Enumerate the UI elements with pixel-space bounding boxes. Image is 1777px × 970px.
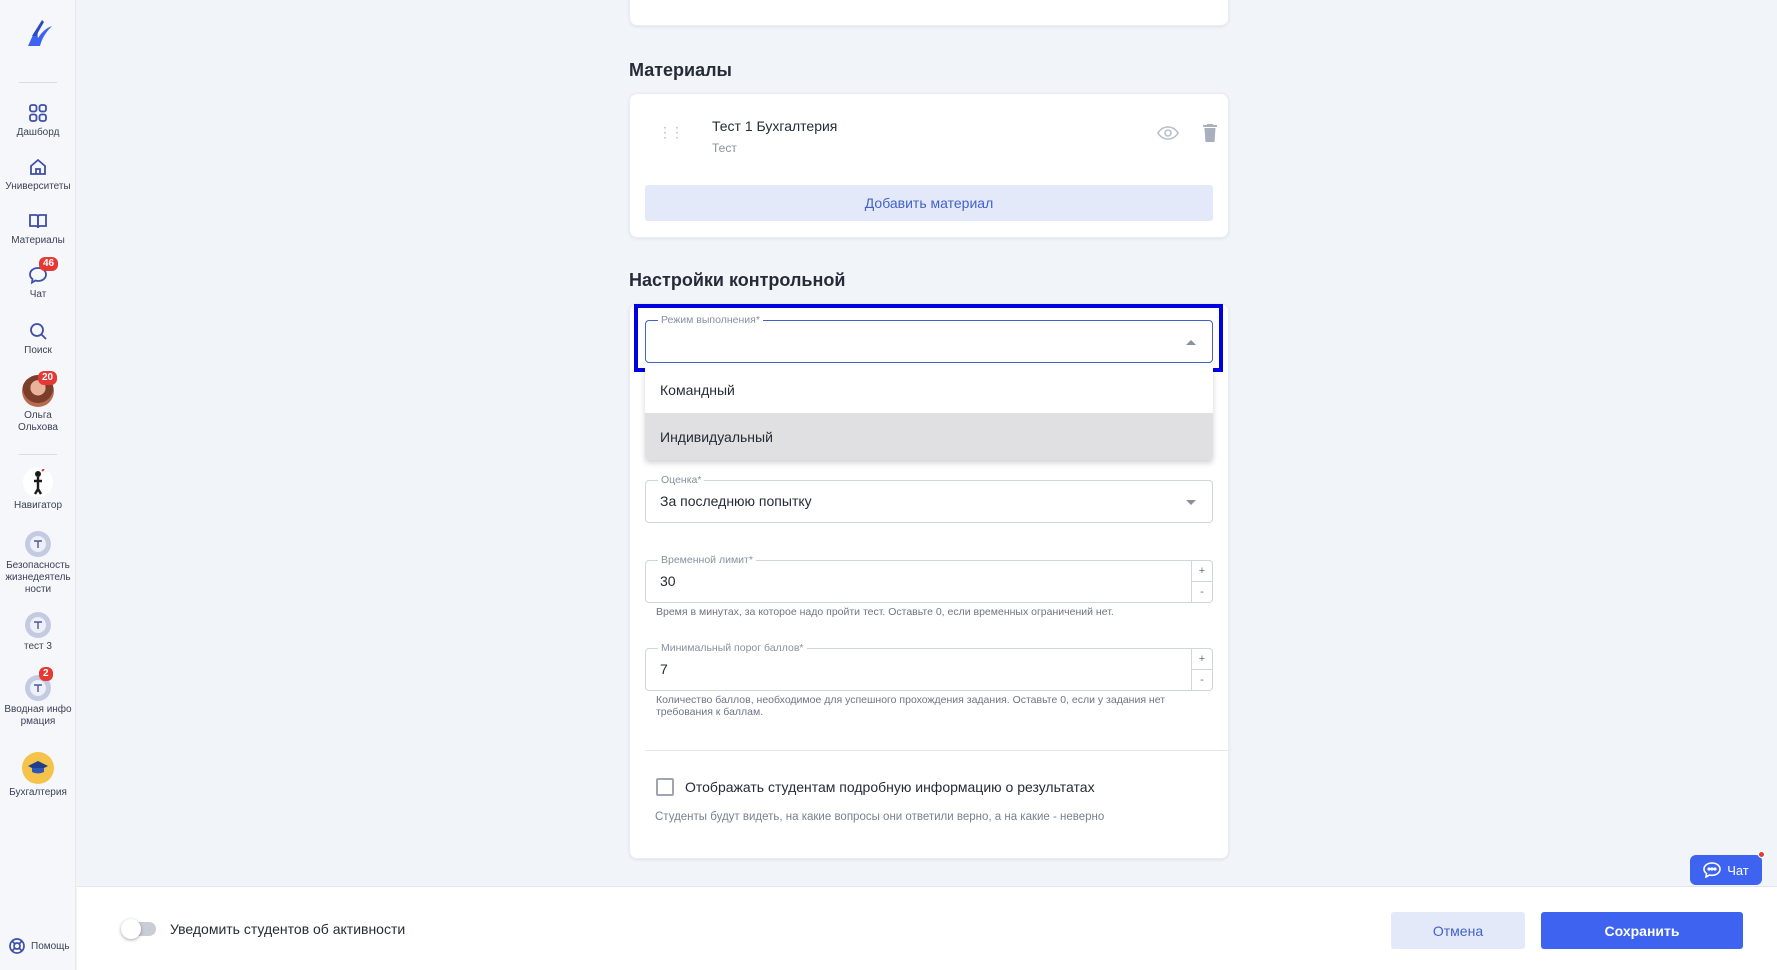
graduation-icon xyxy=(22,752,54,784)
sidebar-divider xyxy=(19,454,57,455)
show-results-checkbox[interactable] xyxy=(656,778,674,796)
decrement-button[interactable]: - xyxy=(1192,670,1212,691)
sidebar-item-label: Чат xyxy=(29,289,47,300)
grade-value: За последнюю попытку xyxy=(660,493,812,509)
material-type: Тест xyxy=(712,141,737,155)
notify-toggle[interactable] xyxy=(121,919,156,939)
material-item[interactable]: ⋮⋮ Тест 1 Бухгалтерия Тест xyxy=(650,112,1217,162)
sidebar-item-course-intro[interactable]: 2 Вводная инфо рмация xyxy=(0,667,76,728)
sidebar-item-label: Безопасность жизнедеятель ности xyxy=(5,560,71,595)
sidebar-item-label: тест 3 xyxy=(24,641,52,652)
min-score-helper: Количество баллов, необходимое для успеш… xyxy=(656,694,1166,718)
sidebar-item-course-bzh[interactable]: Безопасность жизнедеятель ности xyxy=(0,531,76,596)
course-icon xyxy=(25,612,51,638)
search-icon xyxy=(27,320,49,342)
min-score-stepper: + - xyxy=(1191,649,1212,690)
materials-title: Материалы xyxy=(629,60,732,80)
chat-badge: 46 xyxy=(39,257,59,271)
sidebar-item-label: Навигатор xyxy=(13,500,63,511)
sidebar-item-label: Бухгалтерия xyxy=(9,787,67,798)
add-material-button[interactable]: Добавить материал xyxy=(645,185,1213,221)
focus-highlight-box xyxy=(634,304,1223,372)
notify-label: Уведомить студентов об активности xyxy=(170,921,406,937)
bottom-action-bar: Уведомить студентов об активности Отмена… xyxy=(77,886,1777,970)
sidebar-item-universities[interactable]: Университеты xyxy=(0,156,76,193)
sidebar-item-course-accounting[interactable]: Бухгалтерия xyxy=(0,752,76,799)
sidebar-item-dashboard[interactable]: Дашборд xyxy=(0,102,76,139)
eye-icon[interactable] xyxy=(1157,126,1179,145)
navigator-icon xyxy=(23,467,53,497)
save-button[interactable]: Сохранить xyxy=(1541,912,1743,949)
sidebar-divider xyxy=(19,82,57,83)
cancel-button[interactable]: Отмена xyxy=(1391,912,1525,949)
sidebar-item-label: Дашборд xyxy=(16,127,60,138)
drag-handle-icon[interactable]: ⋮⋮ xyxy=(658,124,684,141)
sidebar: Дашборд Университеты Материалы 46 Чат По… xyxy=(0,0,76,970)
time-limit-value: 30 xyxy=(660,573,676,589)
toggle-knob xyxy=(121,919,141,939)
mode-option-individual[interactable]: Индивидуальный xyxy=(645,413,1213,460)
sidebar-item-navigator[interactable]: Навигатор xyxy=(0,467,76,512)
time-limit-label: Временной лимит* xyxy=(658,554,756,566)
show-results-helper: Студенты будут видеть, на какие вопросы … xyxy=(655,811,1105,823)
mode-dropdown: Командный Индивидуальный xyxy=(645,366,1213,460)
sidebar-item-profile[interactable]: 20 Ольга Ольхова xyxy=(0,371,76,434)
sidebar-item-label: Поиск xyxy=(24,345,52,356)
avatar: 20 xyxy=(22,371,58,407)
divider xyxy=(645,750,1229,751)
trash-icon[interactable] xyxy=(1203,124,1217,147)
min-score-label: Минимальный порог баллов* xyxy=(658,642,807,654)
previous-section-card xyxy=(629,0,1229,26)
settings-title: Настройки контрольной xyxy=(629,270,846,290)
course-badge: 2 xyxy=(39,667,53,681)
chat-bubble-icon xyxy=(1703,862,1722,878)
sidebar-item-search[interactable]: Поиск xyxy=(0,320,76,357)
increment-button[interactable]: + xyxy=(1192,561,1212,582)
materials-card: ⋮⋮ Тест 1 Бухгалтерия Тест Добавить мате… xyxy=(629,93,1229,238)
chat-button-label: Чат xyxy=(1727,862,1749,878)
min-score-field[interactable]: Минимальный порог баллов* 7 + - xyxy=(645,642,1213,691)
book-icon xyxy=(27,210,49,232)
grade-select[interactable]: Оценка* За последнюю попытку xyxy=(645,474,1213,523)
sidebar-item-course-test3[interactable]: тест 3 xyxy=(0,612,76,653)
course-icon xyxy=(25,531,51,557)
help-label: Помощь xyxy=(31,940,70,952)
show-results-label[interactable]: Отображать студентам подробную информаци… xyxy=(685,779,1095,795)
course-icon: 2 xyxy=(25,667,53,701)
logo-icon[interactable] xyxy=(22,16,54,52)
grid-icon xyxy=(27,102,49,124)
time-limit-stepper: + - xyxy=(1191,561,1212,602)
sidebar-item-label: Материалы xyxy=(11,235,65,246)
min-score-value: 7 xyxy=(660,661,668,677)
lifebuoy-icon xyxy=(9,938,25,954)
profile-badge: 20 xyxy=(38,371,58,385)
sidebar-item-label: Ольга Ольхова xyxy=(18,410,58,433)
time-limit-helper: Время в минутах, за которое надо пройти … xyxy=(656,606,1114,618)
notification-dot xyxy=(1758,851,1765,858)
sidebar-item-chat[interactable]: 46 Чат xyxy=(0,257,76,301)
material-title: Тест 1 Бухгалтерия xyxy=(712,118,838,134)
time-limit-field[interactable]: Временной лимит* 30 + - xyxy=(645,554,1213,603)
decrement-button[interactable]: - xyxy=(1192,582,1212,603)
increment-button[interactable]: + xyxy=(1192,649,1212,670)
chat-button[interactable]: Чат xyxy=(1690,851,1765,885)
grade-label: Оценка* xyxy=(658,474,705,486)
caret-down-icon xyxy=(1186,500,1196,505)
sidebar-item-label: Университеты xyxy=(5,181,71,192)
sidebar-item-label: Вводная инфо рмация xyxy=(4,704,72,727)
sidebar-item-materials[interactable]: Материалы xyxy=(0,210,76,247)
help-link[interactable]: Помощь xyxy=(8,937,70,955)
home-icon xyxy=(27,156,49,178)
chat-icon: 46 xyxy=(27,257,59,286)
mode-option-team[interactable]: Командный xyxy=(645,366,1213,413)
